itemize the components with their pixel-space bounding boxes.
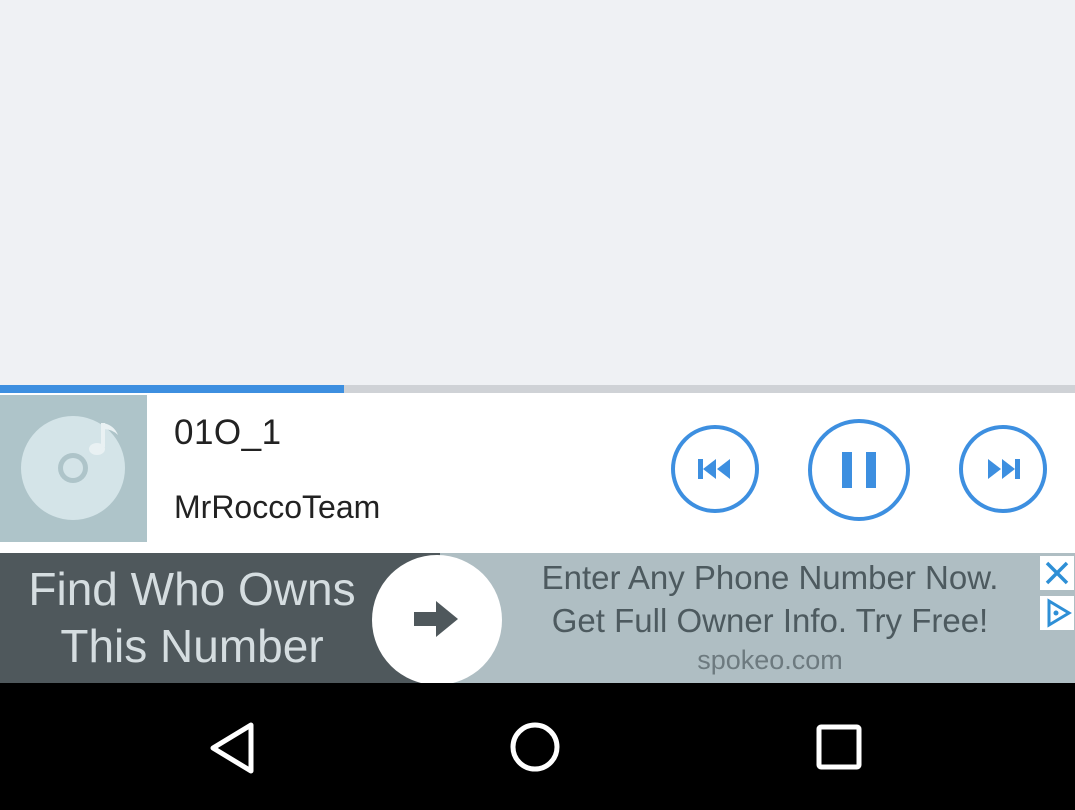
pause-icon	[808, 419, 910, 521]
adchoices-button[interactable]	[1040, 596, 1074, 630]
home-icon	[510, 722, 560, 772]
home-button[interactable]	[509, 721, 561, 773]
ad-body-line1: Enter Any Phone Number Now.	[541, 559, 999, 596]
ad-headline-line1: Find Who Owns	[28, 563, 356, 615]
recents-button[interactable]	[815, 723, 863, 771]
system-navigation-bar	[0, 683, 1075, 810]
content-area	[0, 0, 1075, 385]
track-artist: MrRoccoTeam	[174, 489, 381, 525]
skip-next-icon	[959, 425, 1047, 513]
back-icon	[210, 722, 254, 774]
music-disc-icon	[21, 416, 125, 520]
mini-player[interactable]: 01O_1 MrRoccoTeam	[0, 393, 1075, 553]
album-art	[0, 395, 147, 542]
recents-icon	[816, 724, 862, 770]
back-button[interactable]	[205, 721, 261, 775]
adchoices-icon	[1047, 598, 1072, 628]
previous-button[interactable]	[669, 423, 761, 515]
playback-progress-fill	[0, 385, 344, 393]
arrow-right-icon	[414, 601, 458, 637]
ad-arrow-button[interactable]	[372, 555, 502, 683]
ad-close-button[interactable]	[1040, 556, 1074, 590]
ad-headline-line2: This Number	[60, 620, 324, 672]
ad-banner[interactable]: Find Who Owns This Number Enter Any Phon…	[0, 553, 1075, 683]
ad-domain: spokeo.com	[697, 645, 843, 675]
playback-progress-bar[interactable]	[0, 385, 1075, 393]
close-icon	[1045, 561, 1069, 585]
track-title: 01O_1	[174, 413, 282, 452]
skip-previous-icon	[671, 425, 759, 513]
ad-headline[interactable]: Find Who Owns This Number	[0, 561, 384, 675]
pause-button[interactable]	[806, 417, 912, 523]
next-button[interactable]	[957, 423, 1049, 515]
ad-body[interactable]: Enter Any Phone Number Now. Get Full Own…	[505, 553, 1035, 642]
ad-body-line2: Get Full Owner Info. Try Free!	[551, 602, 989, 639]
